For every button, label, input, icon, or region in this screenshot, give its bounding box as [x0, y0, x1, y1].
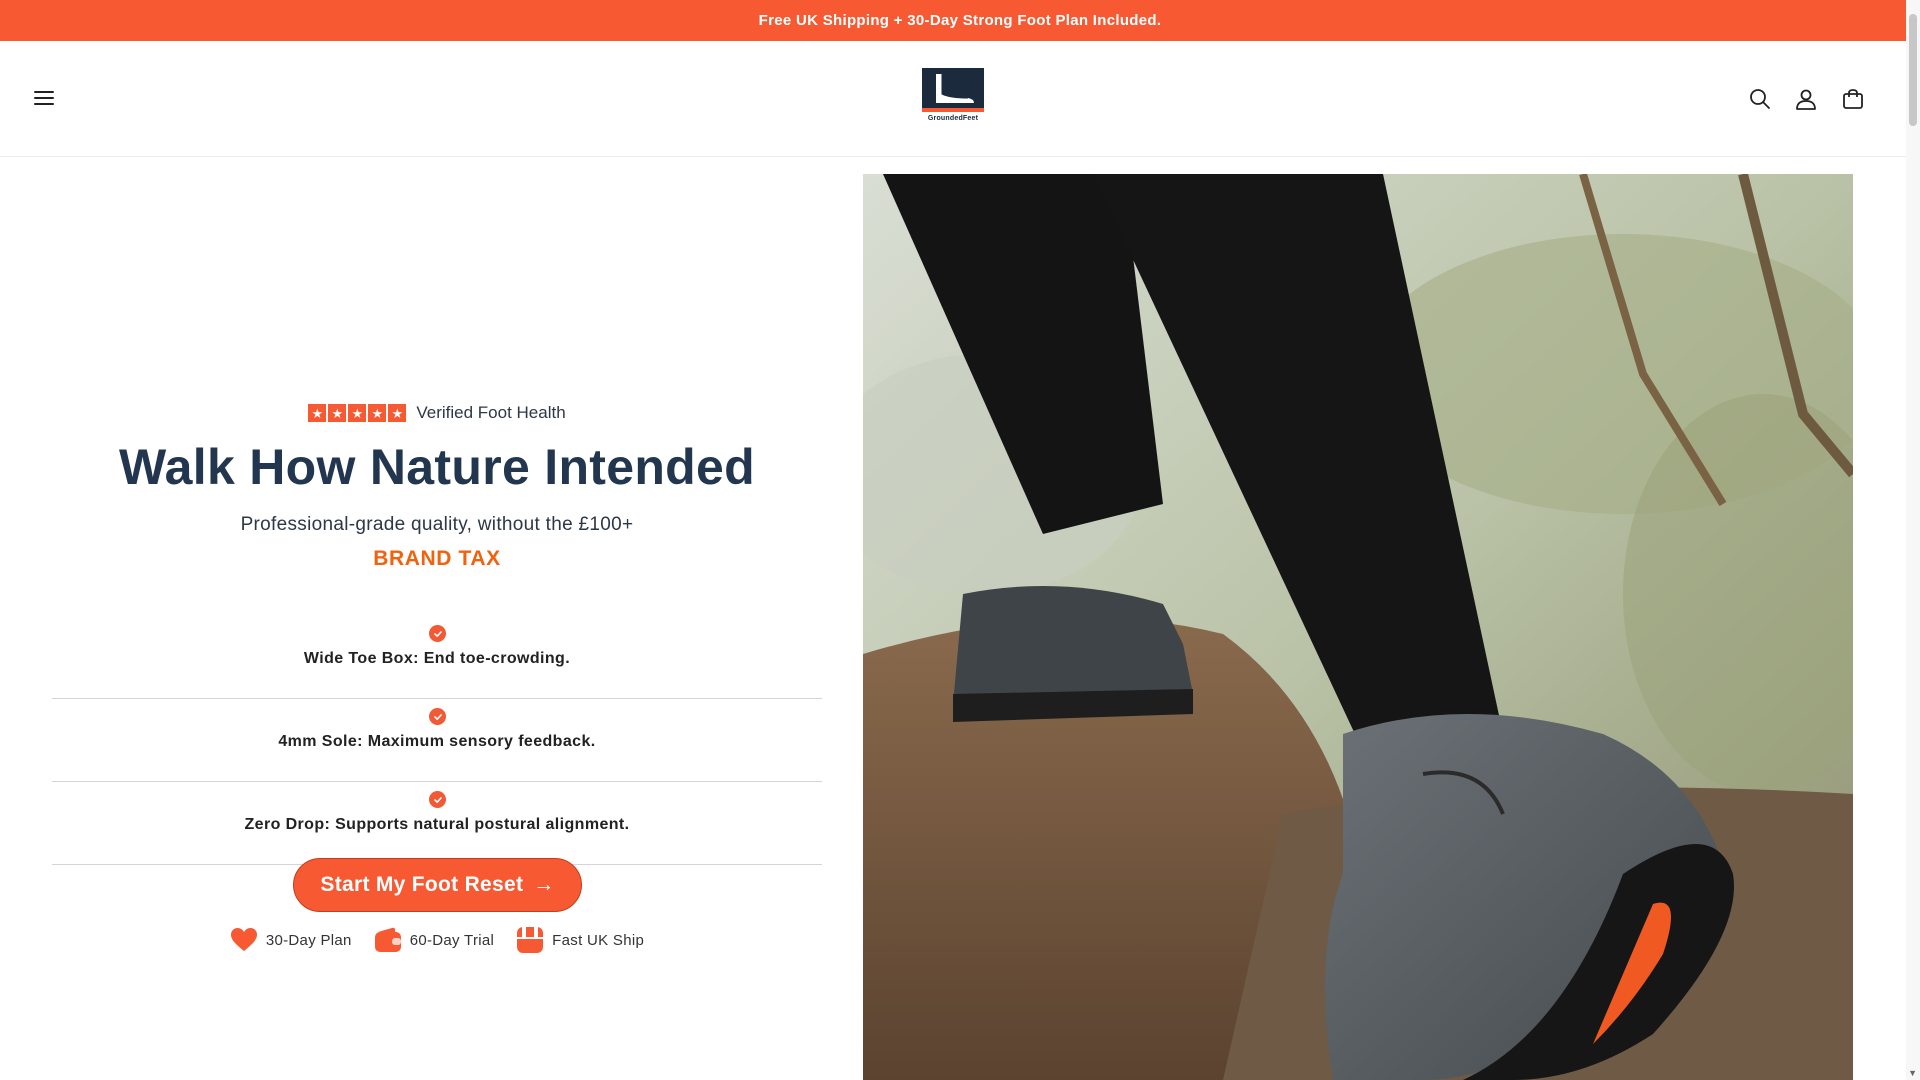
cta-label: Start My Foot Reset: [320, 873, 524, 896]
account-icon[interactable]: [1792, 85, 1820, 113]
badge-30-day-plan: 30-Day Plan: [230, 926, 352, 954]
hero-content: ★ ★ ★ ★ ★ Verified Foot Health Walk How …: [52, 158, 822, 1080]
star-icon: ★: [308, 404, 327, 422]
star-icon: ★: [328, 404, 347, 422]
badge-label: 60-Day Trial: [409, 931, 495, 949]
feature-list: Wide Toe Box: End toe-crowding. 4mm Sole…: [52, 616, 822, 865]
rating-stars: ★ ★ ★ ★ ★: [308, 404, 407, 422]
feature-item: Zero Drop: Supports natural postural ali…: [52, 782, 822, 865]
feature-item: 4mm Sole: Maximum sensory feedback.: [52, 699, 822, 782]
rating-row: ★ ★ ★ ★ ★ Verified Foot Health: [52, 403, 822, 423]
star-icon: ★: [368, 404, 387, 422]
start-foot-reset-button[interactable]: Start My Foot Reset →: [293, 858, 582, 912]
badge-label: Fast UK Ship: [552, 931, 645, 949]
arrow-right-icon: →: [533, 873, 555, 896]
star-icon: ★: [388, 404, 407, 422]
box-icon: [517, 927, 544, 953]
logo-foot-icon: [922, 68, 984, 112]
checkmark-icon: [429, 791, 446, 808]
hero-headline: Walk How Nature Intended: [119, 439, 755, 495]
hero-highlight: BRAND TAX: [373, 547, 501, 570]
rating-label: Verified Foot Health: [416, 403, 566, 422]
scroll-down-icon[interactable]: ▼: [1908, 1068, 1917, 1078]
barefoot-shoe-photo: [863, 174, 1853, 1080]
site-logo[interactable]: GroundedFeet: [922, 68, 984, 126]
scrollbar[interactable]: ▼: [1906, 0, 1920, 1080]
logo-wordmark: GroundedFeet: [927, 115, 979, 122]
checkmark-icon: [429, 708, 446, 725]
scroll-thumb[interactable]: [1909, 14, 1917, 126]
feature-item: Wide Toe Box: End toe-crowding.: [52, 616, 822, 699]
hero-subline: Professional-grade quality, without the …: [240, 514, 634, 535]
cart-icon[interactable]: [1839, 85, 1867, 113]
feature-text: Zero Drop: Supports natural postural ali…: [244, 816, 630, 833]
wallet-icon: [374, 927, 401, 952]
search-icon[interactable]: [1746, 85, 1774, 113]
feature-text: 4mm Sole: Maximum sensory feedback.: [278, 733, 596, 750]
heart-icon: [230, 928, 257, 951]
badge-label: 30-Day Plan: [265, 931, 352, 949]
badge-fast-uk-ship: Fast UK Ship: [516, 926, 644, 954]
checkmark-icon: [429, 625, 446, 642]
site-header: GroundedFeet: [0, 41, 1906, 157]
badge-60-day-trial: 60-Day Trial: [374, 926, 494, 954]
trust-badges: 30-Day Plan 60-Day Trial Fast UK Ship: [52, 926, 822, 954]
announcement-bar: Free UK Shipping + 30-Day Strong Foot Pl…: [0, 0, 1920, 41]
menu-icon[interactable]: [32, 87, 56, 111]
feature-text: Wide Toe Box: End toe-crowding.: [303, 650, 571, 667]
hero-image: [863, 174, 1853, 1080]
announcement-text: Free UK Shipping + 30-Day Strong Foot Pl…: [758, 12, 1162, 29]
star-icon: ★: [348, 404, 367, 422]
